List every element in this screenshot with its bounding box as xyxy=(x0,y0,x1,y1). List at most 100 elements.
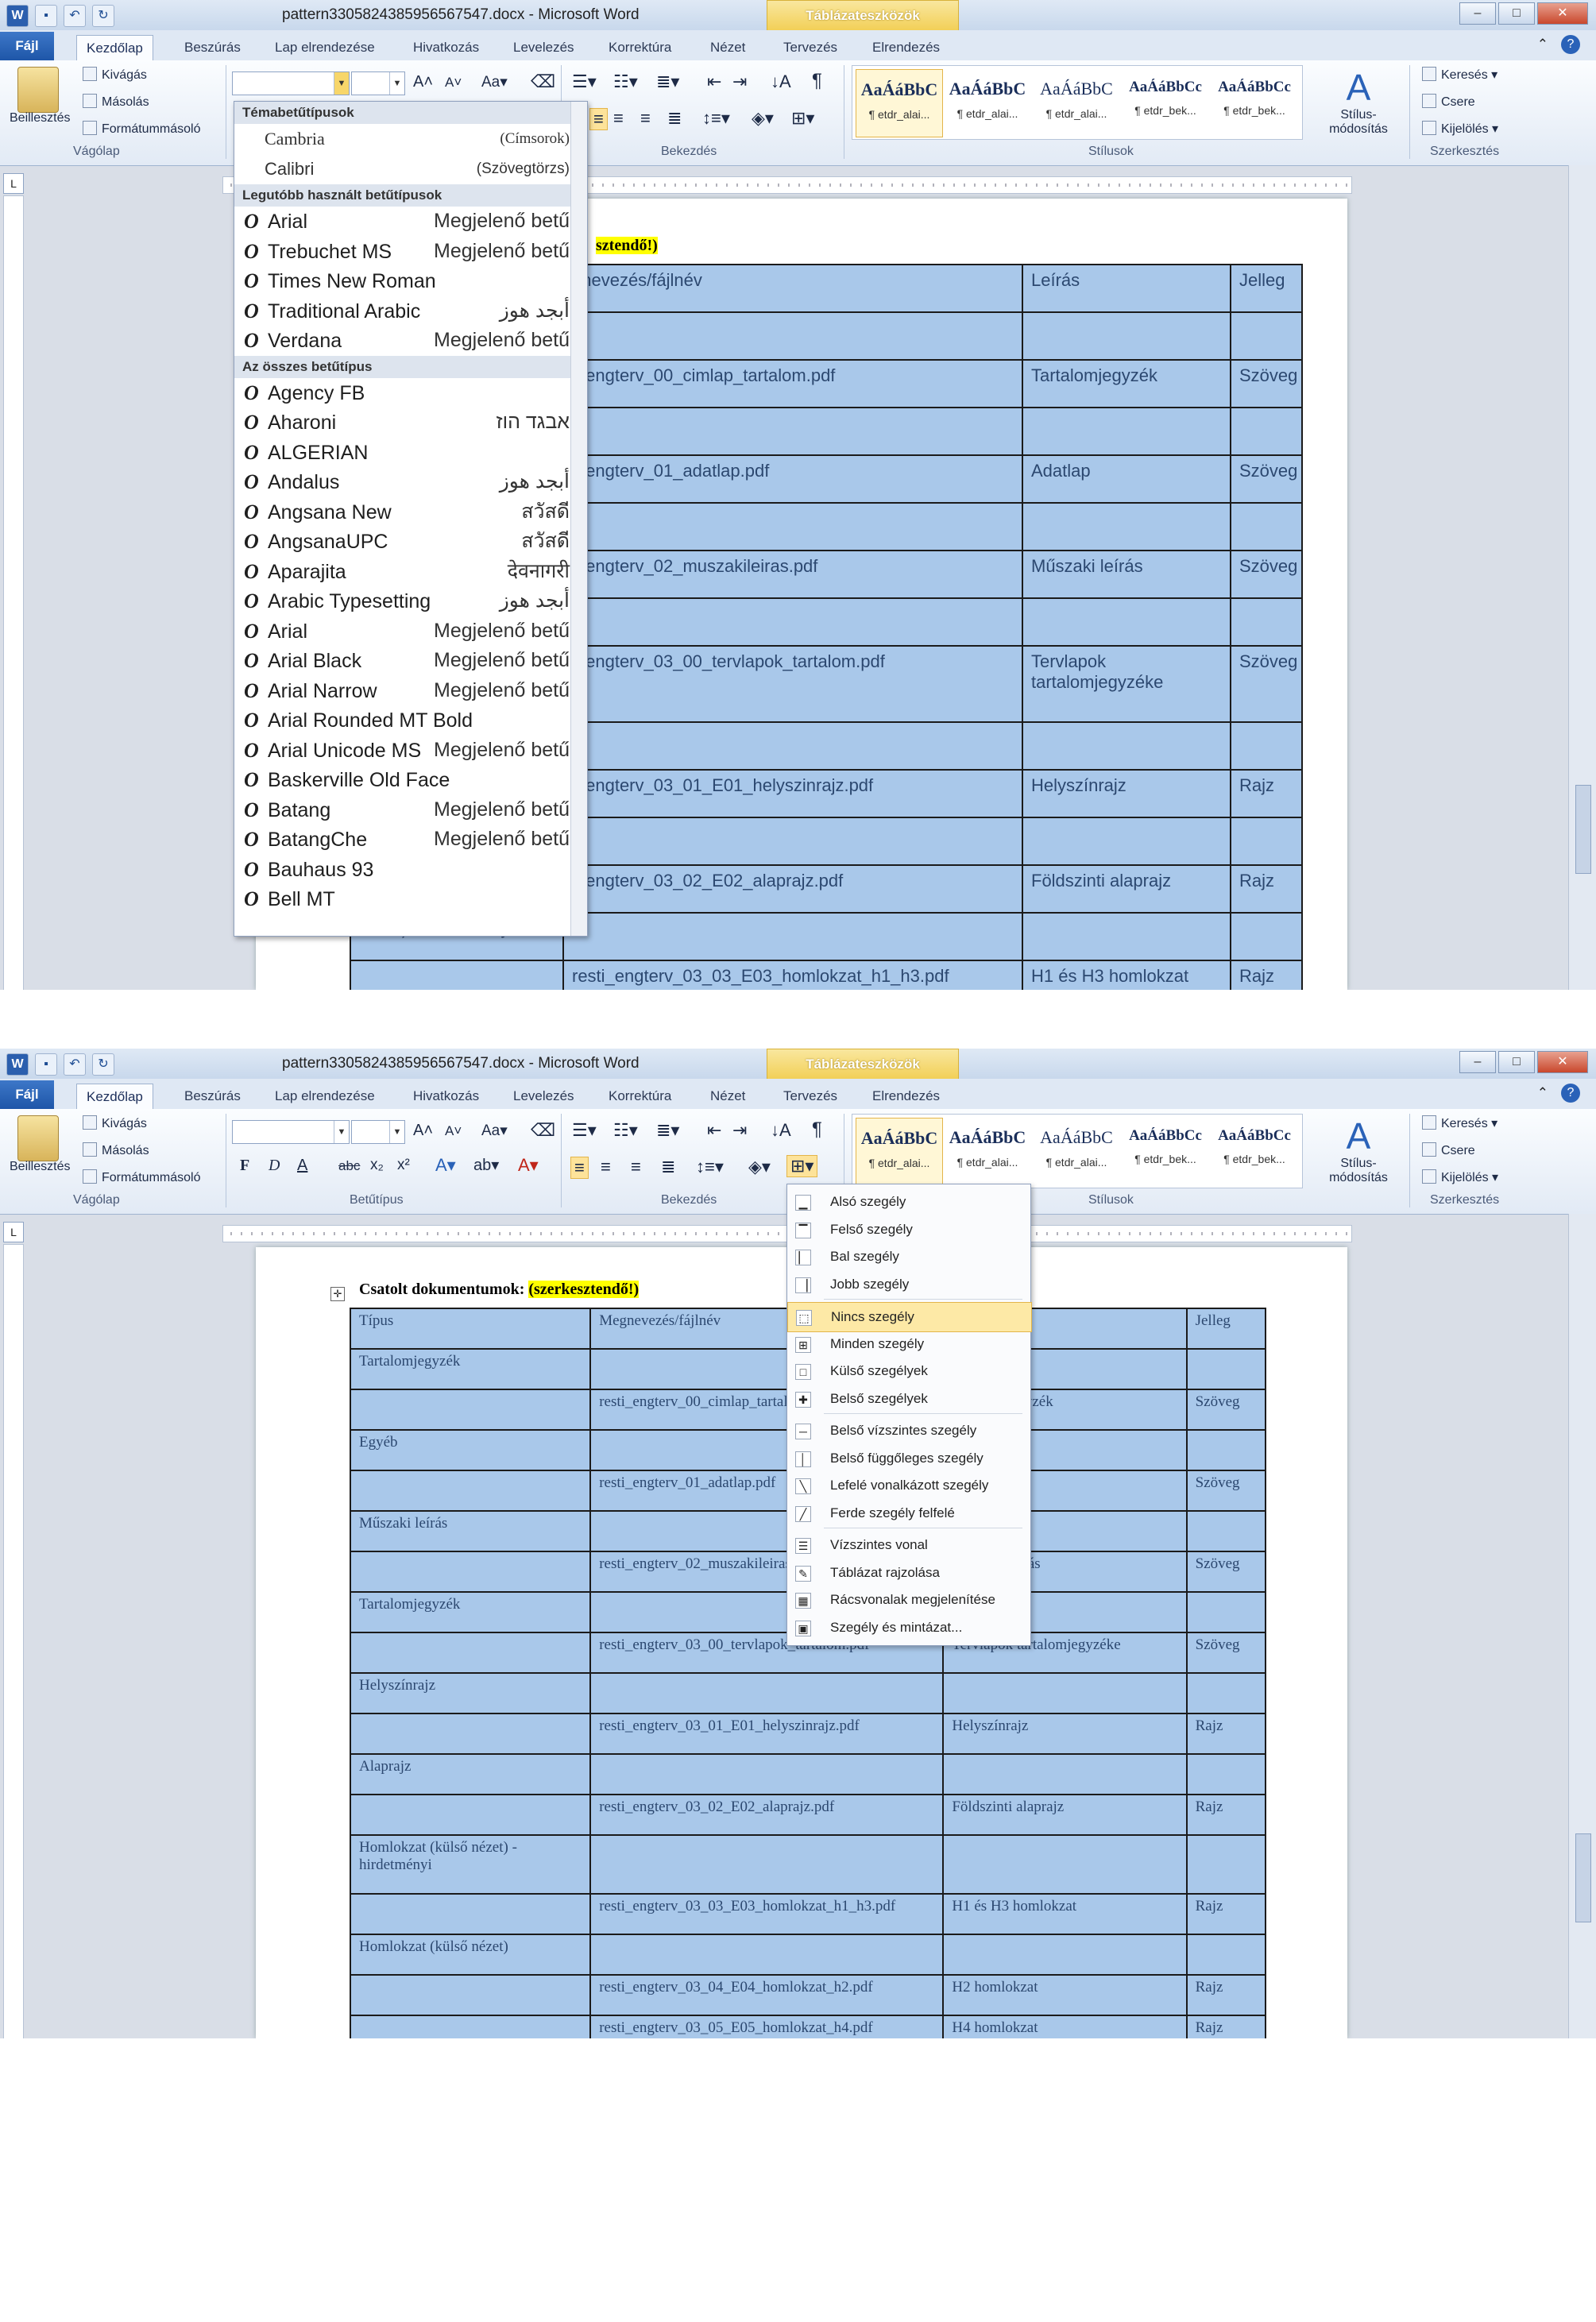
table-cell[interactable]: Földszinti alaprajz xyxy=(1022,864,1231,914)
table-cell[interactable]: Tervlapok tartalomjegyzéke xyxy=(1022,645,1231,723)
font-option[interactable]: O Batang Megjelenő betű xyxy=(234,795,587,825)
font-option[interactable]: O Arabic Typesetting أبجد هوز xyxy=(234,586,587,616)
borders-button[interactable]: ⊞▾ xyxy=(786,1155,818,1177)
tab-design[interactable]: Tervezés xyxy=(774,1084,847,1109)
underline-button[interactable]: A xyxy=(297,1157,307,1175)
find-button[interactable]: Keresés ▾ xyxy=(1422,1115,1497,1131)
font-option[interactable]: O ALGERIAN xyxy=(234,438,587,468)
chevron-down-icon[interactable]: ▼ xyxy=(334,1121,349,1143)
table-cell[interactable] xyxy=(589,1672,945,1714)
chevron-down-icon[interactable]: ▼ xyxy=(389,72,404,95)
border-menu-item[interactable]: ╱ Ferde szegély felfelé xyxy=(787,1499,1030,1528)
table-cell[interactable]: resti_engterv_03_05_E05_homlokzat_h4.pdf xyxy=(589,2015,945,2038)
tab-layout[interactable]: Elrendezés xyxy=(863,1084,949,1109)
multilevel-list-icon[interactable]: ≣▾ xyxy=(656,71,679,92)
minimize-icon[interactable]: – xyxy=(1459,2,1496,25)
justify-icon[interactable]: ≣ xyxy=(667,108,682,129)
superscript-button[interactable]: x² xyxy=(397,1157,410,1174)
table-cell[interactable] xyxy=(1022,407,1231,456)
table-cell[interactable]: Szöveg xyxy=(1230,454,1303,504)
border-menu-item[interactable]: ✎ Táblázat rajzolása xyxy=(787,1559,1030,1587)
decrease-indent-icon[interactable]: ⇤ xyxy=(707,1120,721,1141)
table-cell[interactable]: Tartalomjegyzék xyxy=(349,1591,592,1633)
font-option[interactable]: O Arial Rounded MT Bold xyxy=(234,705,587,736)
close-icon[interactable]: ✕ xyxy=(1537,2,1588,25)
vertical-ruler[interactable] xyxy=(3,195,24,990)
font-option[interactable]: O Trebuchet MS Megjelenő betű xyxy=(234,237,587,267)
border-menu-item[interactable]: ▁ Alsó szegély xyxy=(787,1188,1030,1216)
bold-button[interactable]: F xyxy=(240,1157,249,1175)
chevron-down-icon[interactable]: ▼ xyxy=(334,72,349,95)
copy-button[interactable]: Másolás xyxy=(83,1142,149,1158)
border-menu-item[interactable]: ✚ Belső szegélyek xyxy=(787,1385,1030,1413)
font-option[interactable]: O Arial Megjelenő betű xyxy=(234,616,587,647)
font-option[interactable]: O Bauhaus 93 xyxy=(234,855,587,885)
table-cell[interactable] xyxy=(1022,502,1231,551)
table-cell[interactable]: Leírás xyxy=(1022,264,1231,313)
font-option[interactable]: Calibri (Szövegtörzs) xyxy=(234,154,587,184)
font-size-input[interactable]: ▼ xyxy=(351,71,405,95)
align-center-icon[interactable]: ≡ xyxy=(601,1157,611,1177)
decrease-indent-icon[interactable]: ⇤ xyxy=(707,71,721,92)
table-cell[interactable] xyxy=(1022,597,1231,647)
border-menu-item[interactable]: ╲ Lefelé vonalkázott szegély xyxy=(787,1471,1030,1500)
cut-button[interactable]: Kivágás xyxy=(83,1115,147,1131)
table-cell[interactable]: resti_engterv_03_02_E02_alaprajz.pdf xyxy=(589,1794,945,1836)
numbering-icon[interactable]: ☷▾ xyxy=(613,71,638,92)
border-menu-item[interactable]: ▔ Felső szegély xyxy=(787,1215,1030,1244)
table-cell[interactable]: Helyszínrajz xyxy=(349,1672,592,1714)
maximize-icon[interactable]: □ xyxy=(1498,2,1535,25)
change-styles-button[interactable]: A Stílus-módosítás xyxy=(1319,1115,1398,1185)
table-cell[interactable]: Jelleg xyxy=(1185,1308,1267,1350)
select-button[interactable]: Kijelölés ▾ xyxy=(1422,121,1498,137)
text-effects-icon[interactable]: A▾ xyxy=(435,1155,456,1176)
replace-button[interactable]: Csere xyxy=(1422,94,1475,110)
table-cell[interactable] xyxy=(349,1794,592,1836)
undo-icon[interactable]: ↶ xyxy=(64,1053,86,1076)
tab-file[interactable]: Fájl xyxy=(0,32,54,60)
vertical-scrollbar[interactable] xyxy=(1568,1214,1596,2038)
tab-home[interactable]: Kezdőlap xyxy=(76,35,153,61)
table-cell[interactable]: Rajz xyxy=(1185,1893,1267,1935)
word-logo-icon[interactable]: W xyxy=(6,5,29,27)
find-button[interactable]: Keresés ▾ xyxy=(1422,67,1497,83)
format-painter-button[interactable]: Formátummásoló xyxy=(83,1169,200,1185)
pilcrow-icon[interactable]: ¶ xyxy=(812,1119,822,1141)
table-cell[interactable]: Rajz xyxy=(1185,2015,1267,2038)
table-cell[interactable]: resti_engterv_03_04_E04_homlokzat_h2.pdf xyxy=(589,1974,945,2016)
table-cell[interactable]: i_engterv_03_02_E02_alaprajz.pdf xyxy=(562,864,1023,914)
undo-icon[interactable]: ↶ xyxy=(64,5,86,27)
style-item[interactable]: AaÁáBbC ¶ etdr_alai... xyxy=(945,69,1030,136)
border-menu-item[interactable]: │ Belső függőleges szegély xyxy=(787,1444,1030,1473)
replace-button[interactable]: Csere xyxy=(1422,1142,1475,1158)
font-option[interactable]: O Aharoni אבגד הוז xyxy=(234,408,587,438)
table-cell[interactable] xyxy=(1185,1429,1267,1471)
table-cell[interactable] xyxy=(1022,721,1231,771)
table-cell[interactable] xyxy=(562,721,1023,771)
table-cell[interactable]: resti_engterv_03_01_E01_helyszinrajz.pdf xyxy=(589,1713,945,1755)
table-cell[interactable]: Jelleg xyxy=(1230,264,1303,313)
table-cell[interactable]: Homlokzat (külső nézet) xyxy=(349,1934,592,1976)
shrink-font-button[interactable]: A˅ xyxy=(445,1123,462,1139)
font-option[interactable]: Cambria (Címsorok) xyxy=(234,124,587,154)
table-cell[interactable] xyxy=(1022,817,1231,866)
table-cell[interactable] xyxy=(942,1672,1188,1714)
border-menu-item[interactable]: ⬚ Nincs szegély xyxy=(787,1302,1032,1332)
bullets-icon[interactable]: ☰▾ xyxy=(572,71,597,92)
table-cell[interactable] xyxy=(942,1753,1188,1795)
style-item[interactable]: AaÁáBbC ¶ etdr_alai... xyxy=(856,69,943,137)
table-cell[interactable]: i_engterv_02_muszakileiras.pdf xyxy=(562,550,1023,599)
table-cell[interactable]: resti_engterv_03_03_E03_homlokzat_h1_h3.… xyxy=(562,960,1023,990)
paste-icon[interactable] xyxy=(17,67,59,113)
align-left-icon[interactable]: ≡ xyxy=(589,108,608,130)
table-cell[interactable]: H1 és H3 homlokzat xyxy=(1022,960,1231,990)
table-cell[interactable]: Tartalomjegyzék xyxy=(349,1348,592,1390)
table-cell[interactable]: Helyszínrajz xyxy=(942,1713,1188,1755)
style-item[interactable]: AaÁáBbC ¶ etdr_alai... xyxy=(1034,69,1119,136)
table-cell[interactable] xyxy=(562,912,1023,961)
table-cell[interactable]: Rajz xyxy=(1185,1794,1267,1836)
grow-font-button[interactable]: A˄ xyxy=(413,73,433,91)
change-styles-button[interactable]: A Stílus-módosítás xyxy=(1319,67,1398,137)
change-case-button[interactable]: Aa▾ xyxy=(481,1122,508,1140)
font-option[interactable]: O Bell MT xyxy=(234,884,587,914)
